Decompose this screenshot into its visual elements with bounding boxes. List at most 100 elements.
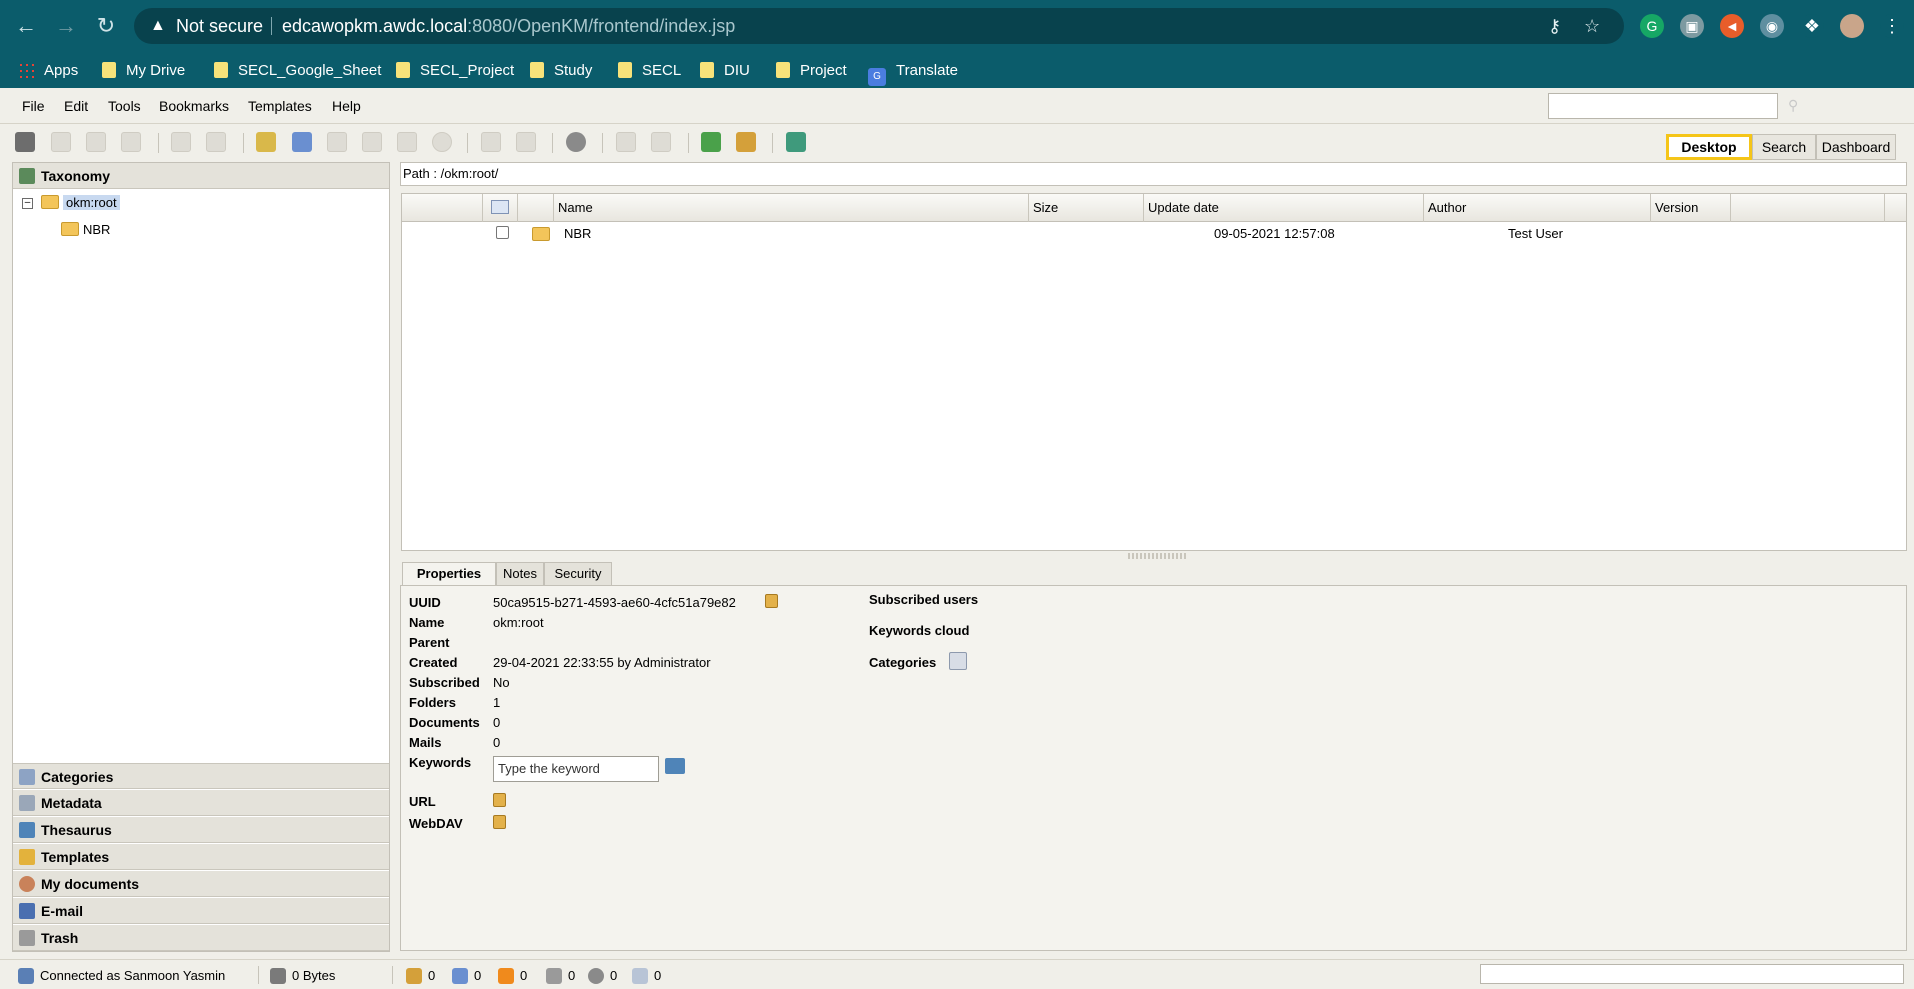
find-folder-icon[interactable] bbox=[15, 132, 35, 152]
value-folders: 1 bbox=[493, 695, 501, 710]
menu-edit[interactable]: Edit bbox=[64, 98, 88, 114]
print-icon[interactable] bbox=[121, 132, 141, 152]
tab-security[interactable]: Security bbox=[544, 562, 612, 586]
counter-subscription[interactable]: 0 bbox=[546, 968, 575, 984]
counter-mail[interactable]: 0 bbox=[498, 968, 527, 984]
copy-uuid-icon[interactable] bbox=[765, 594, 778, 608]
bookmark-apps[interactable]: Apps bbox=[18, 61, 78, 81]
stack-email[interactable]: E-mail bbox=[13, 898, 389, 924]
panel-splitter[interactable] bbox=[1128, 553, 1188, 559]
menu-bookmarks[interactable]: Bookmarks bbox=[159, 98, 229, 114]
tab-dashboard[interactable]: Dashboard bbox=[1816, 134, 1896, 160]
folder-icon bbox=[214, 62, 228, 78]
grammarly-icon[interactable]: G bbox=[1640, 14, 1664, 38]
add-category-icon[interactable] bbox=[949, 652, 967, 670]
table-row[interactable]: NBR 09-05-2021 12:57:08 Test User bbox=[402, 223, 1906, 245]
cancel-checkout-icon[interactable] bbox=[397, 132, 417, 152]
home-icon[interactable] bbox=[736, 132, 756, 152]
quick-search-input[interactable] bbox=[1548, 93, 1778, 119]
stack-taxonomy[interactable]: Taxonomy bbox=[13, 163, 389, 189]
find-document-icon[interactable] bbox=[51, 132, 71, 152]
taxonomy-icon bbox=[19, 168, 35, 184]
column-select[interactable] bbox=[482, 194, 517, 222]
menu-templates[interactable]: Templates bbox=[248, 98, 312, 114]
tab-notes[interactable]: Notes bbox=[496, 562, 544, 586]
tree-node-nbr[interactable]: NBR bbox=[61, 220, 110, 240]
key-icon[interactable]: ⚷ bbox=[1548, 8, 1561, 44]
add-subscription-icon[interactable] bbox=[616, 132, 636, 152]
create-folder-icon[interactable] bbox=[256, 132, 276, 152]
url-host: edcawopkm.awdc.local bbox=[282, 16, 468, 36]
bookmark-translate[interactable]: G Translate bbox=[868, 61, 958, 86]
copy-webdav-icon[interactable] bbox=[493, 815, 506, 829]
counter-checkout[interactable]: 0 bbox=[452, 968, 481, 984]
copy-url-icon[interactable] bbox=[493, 793, 506, 807]
tree-node-root[interactable]: okm:root bbox=[41, 193, 120, 213]
address-bar[interactable]: ▲ Not secure edcawopkm.awdc.local:8080/O… bbox=[134, 8, 1624, 44]
menu-tools[interactable]: Tools bbox=[108, 98, 141, 114]
star-icon[interactable]: ☆ bbox=[1584, 8, 1600, 44]
bookmark-my-drive[interactable]: My Drive bbox=[102, 61, 185, 81]
column-menu[interactable] bbox=[1884, 194, 1906, 222]
search-icon[interactable]: ⚲ bbox=[1788, 97, 1806, 115]
remove-subscription-icon[interactable] bbox=[651, 132, 671, 152]
screen-record-icon[interactable]: ◉ bbox=[1760, 14, 1784, 38]
refresh-icon[interactable] bbox=[701, 132, 721, 152]
counter-locked[interactable]: 0 bbox=[406, 968, 435, 984]
browser-menu-icon[interactable]: ⋮ bbox=[1880, 14, 1904, 38]
tab-properties[interactable]: Properties bbox=[402, 562, 496, 586]
bookmark-secl-project[interactable]: SECL_Project bbox=[396, 61, 514, 81]
menu-file[interactable]: File bbox=[22, 98, 45, 114]
stack-metadata[interactable]: Metadata bbox=[13, 790, 389, 816]
extensions-icon[interactable]: ❖ bbox=[1800, 14, 1824, 38]
stack-thesaurus[interactable]: Thesaurus bbox=[13, 817, 389, 843]
workflow-gear-icon[interactable] bbox=[566, 132, 586, 152]
stack-label: Templates bbox=[41, 849, 110, 865]
counter-tags[interactable]: 0 bbox=[632, 968, 661, 984]
bookmark-study[interactable]: Study bbox=[530, 61, 592, 81]
envelope-icon bbox=[19, 903, 35, 919]
url-text[interactable]: edcawopkm.awdc.local:8080/OpenKM/fronten… bbox=[282, 8, 735, 44]
stack-my-documents[interactable]: My documents bbox=[13, 871, 389, 897]
edit-icon[interactable] bbox=[327, 132, 347, 152]
keyword-input[interactable]: Type the keyword bbox=[493, 756, 659, 782]
lock-icon[interactable] bbox=[171, 132, 191, 152]
cell-name[interactable]: NBR bbox=[564, 223, 591, 245]
column-author[interactable]: Author bbox=[1423, 194, 1650, 222]
stack-templates[interactable]: Templates bbox=[13, 844, 389, 870]
collapse-toggle[interactable]: – bbox=[22, 198, 33, 209]
megaphone-icon[interactable]: ◄ bbox=[1720, 14, 1744, 38]
column-name[interactable]: Name bbox=[553, 194, 1028, 222]
camera-icon[interactable]: ▣ bbox=[1680, 14, 1704, 38]
navigator-panel: Taxonomy – okm:root NBR Categories Metad… bbox=[12, 162, 390, 952]
row-checkbox[interactable] bbox=[496, 226, 509, 239]
add-document-icon[interactable] bbox=[292, 132, 312, 152]
column-size[interactable]: Size bbox=[1028, 194, 1143, 222]
menu-help[interactable]: Help bbox=[332, 98, 361, 114]
bookmark-secl-google-sheet[interactable]: SECL_Google_Sheet bbox=[214, 61, 381, 81]
checkin-icon[interactable] bbox=[362, 132, 382, 152]
scanner-icon[interactable] bbox=[786, 132, 806, 152]
profile-avatar[interactable] bbox=[1840, 14, 1864, 38]
thesaurus-book-icon[interactable] bbox=[665, 758, 685, 774]
reload-icon[interactable]: ↻ bbox=[92, 12, 120, 40]
unlock-icon[interactable] bbox=[206, 132, 226, 152]
stack-trash[interactable]: Trash bbox=[13, 925, 389, 951]
add-property-group-icon[interactable] bbox=[481, 132, 501, 152]
tab-desktop[interactable]: Desktop bbox=[1666, 134, 1752, 160]
label-webdav: WebDAV bbox=[409, 816, 463, 831]
delete-icon[interactable] bbox=[432, 132, 452, 152]
forward-arrow-icon[interactable]: → bbox=[52, 12, 80, 40]
tab-search[interactable]: Search bbox=[1752, 134, 1816, 160]
counter-value: 0 bbox=[428, 968, 436, 983]
stack-categories[interactable]: Categories bbox=[13, 763, 389, 789]
find-similar-icon[interactable] bbox=[86, 132, 106, 152]
bookmark-diu[interactable]: DIU bbox=[700, 61, 750, 81]
bookmark-secl[interactable]: SECL bbox=[618, 61, 681, 81]
back-arrow-icon[interactable]: ← bbox=[12, 12, 40, 40]
remove-property-group-icon[interactable] bbox=[516, 132, 536, 152]
column-update-date[interactable]: Update date bbox=[1143, 194, 1423, 222]
bookmark-project[interactable]: Project bbox=[776, 61, 847, 81]
counter-workflow[interactable]: 0 bbox=[588, 968, 617, 984]
column-version[interactable]: Version bbox=[1650, 194, 1730, 222]
